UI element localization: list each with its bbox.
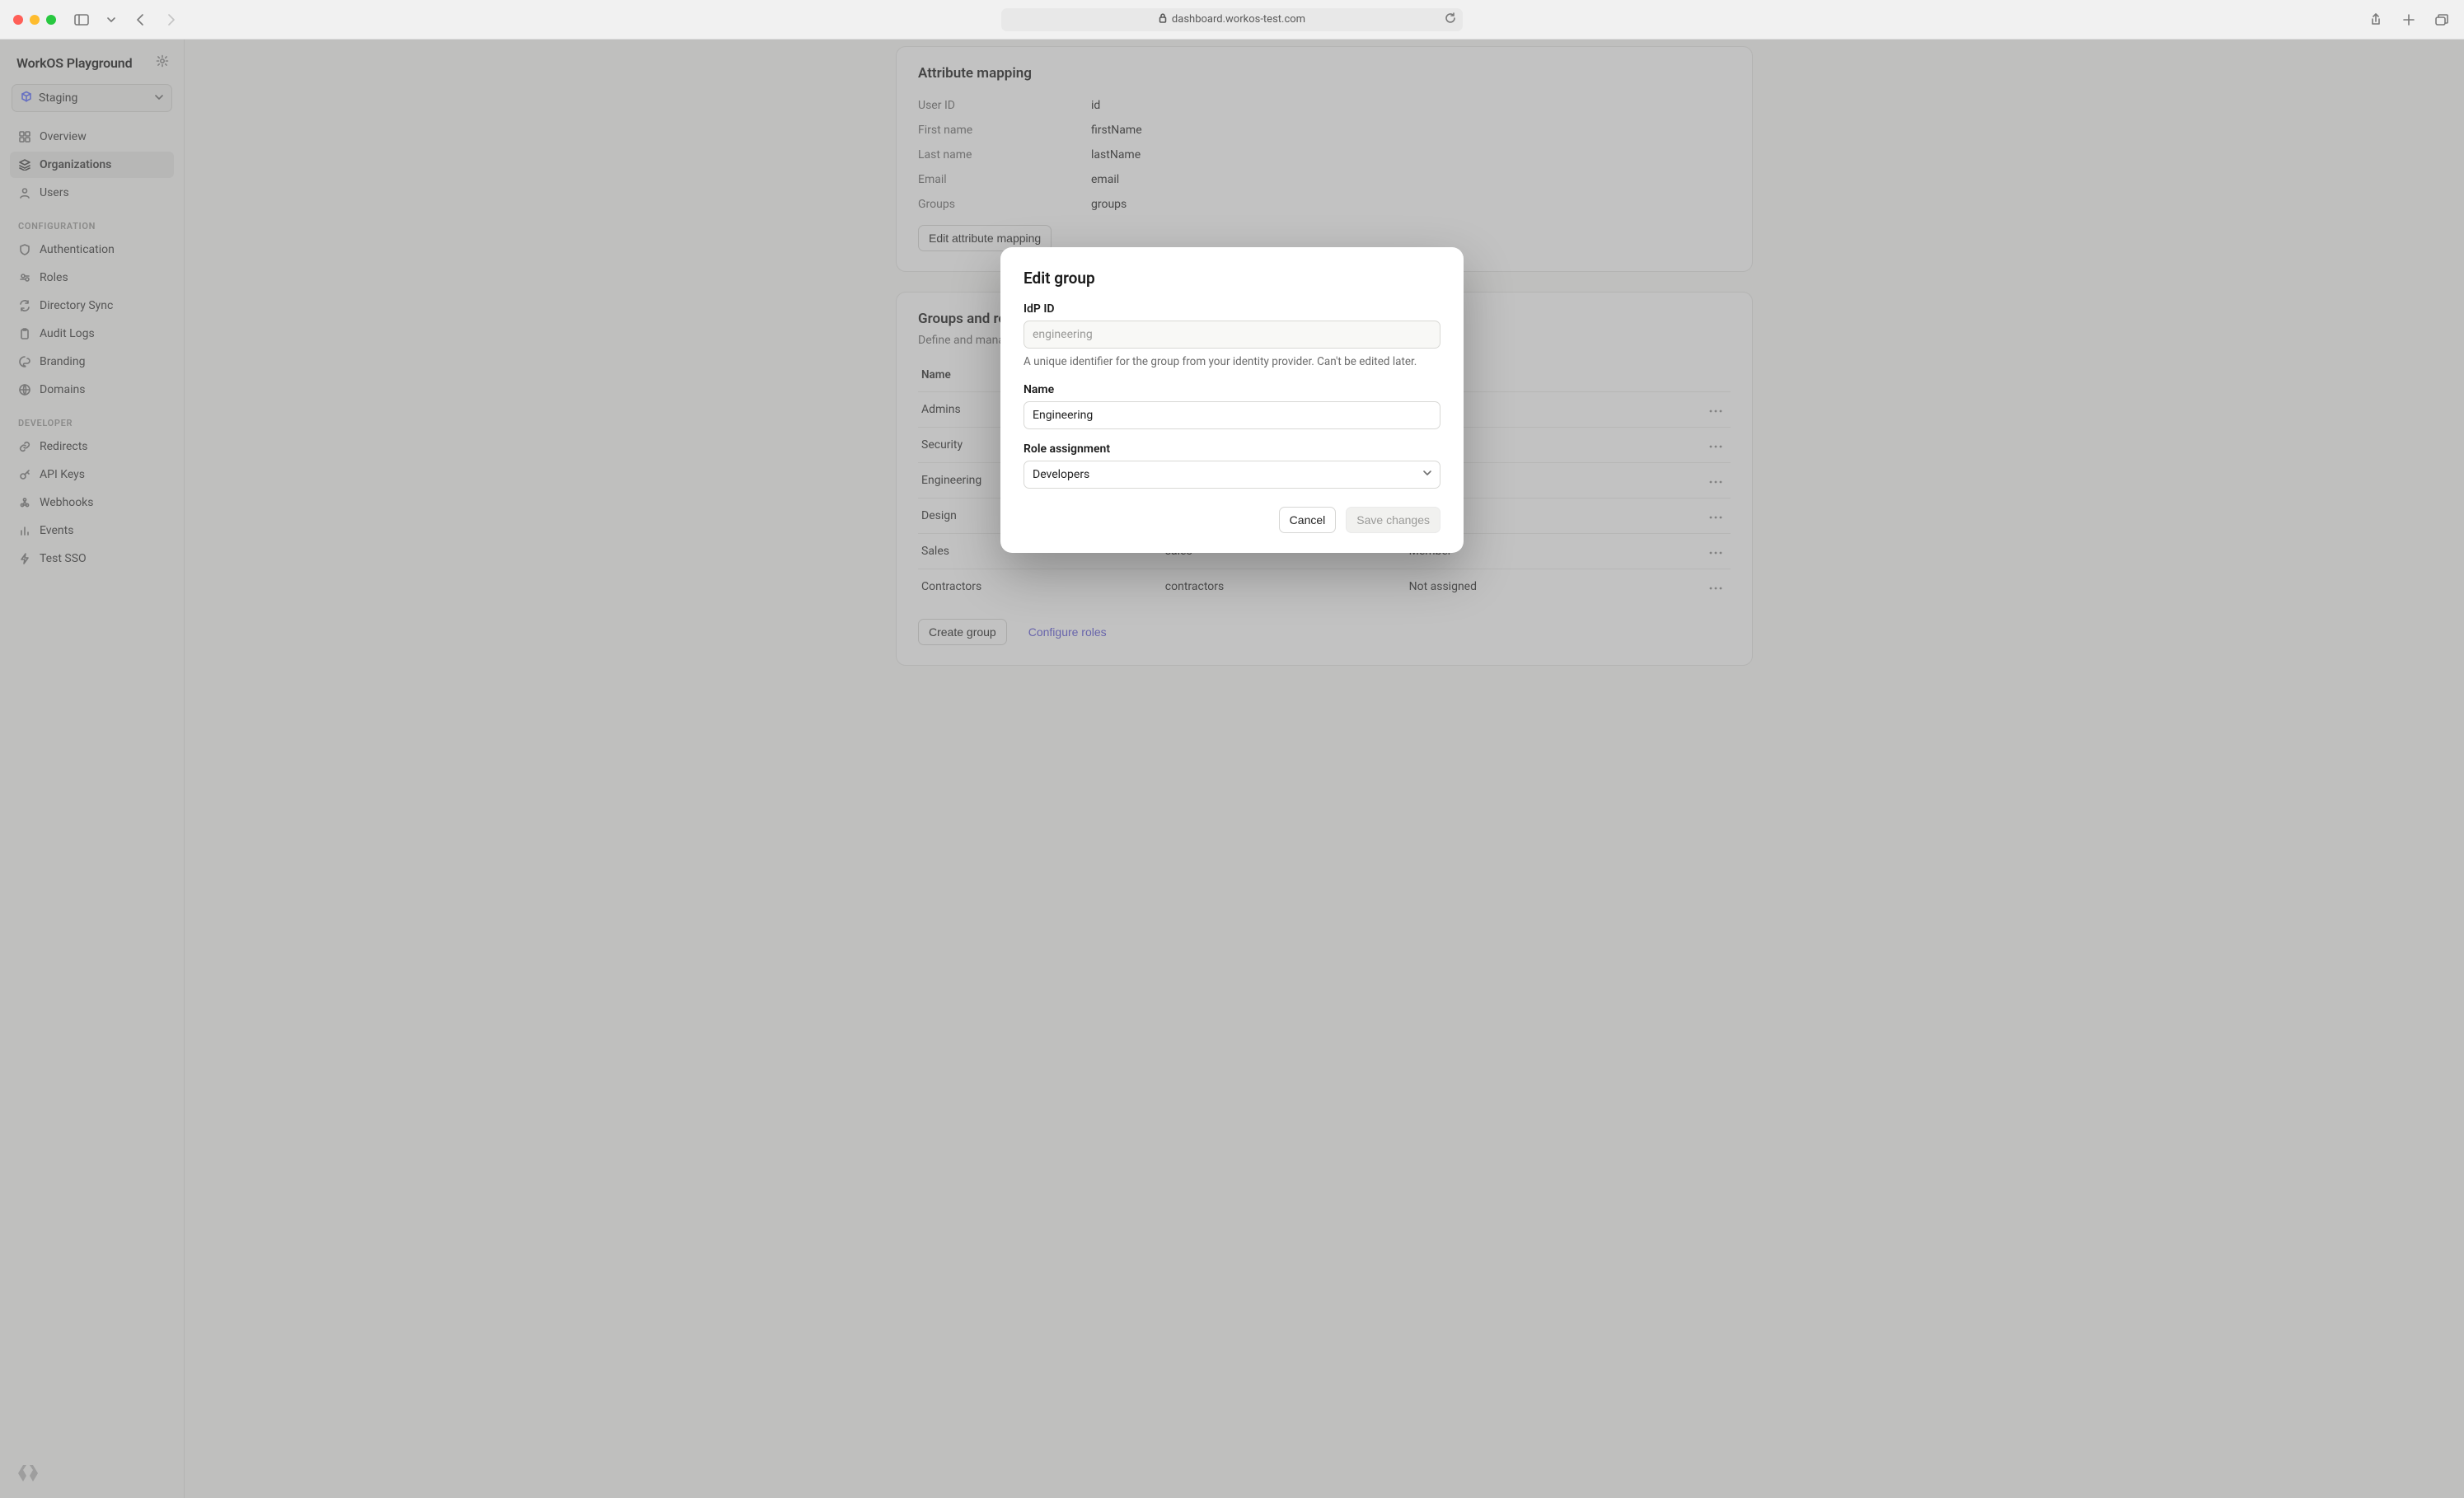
tabs-icon[interactable] <box>2433 11 2451 29</box>
name-input[interactable] <box>1024 401 1440 429</box>
address-url: dashboard.workos-test.com <box>1172 13 1305 26</box>
idp-id-input <box>1024 321 1440 349</box>
nav-forward-icon <box>162 11 180 29</box>
chevron-down-icon[interactable] <box>102 11 120 29</box>
cancel-button[interactable]: Cancel <box>1279 507 1337 533</box>
idp-id-label: IdP ID <box>1024 302 1440 316</box>
sidebar-toggle-icon[interactable] <box>73 11 91 29</box>
window-close-icon[interactable] <box>13 15 23 25</box>
address-bar[interactable]: dashboard.workos-test.com <box>1001 8 1463 31</box>
save-changes-button[interactable]: Save changes <box>1346 507 1440 533</box>
idp-id-hint: A unique identifier for the group from y… <box>1024 355 1440 368</box>
lock-icon <box>1159 13 1167 26</box>
modal-overlay[interactable]: Edit group IdP ID A unique identifier fo… <box>0 40 2464 1498</box>
window-zoom-icon[interactable] <box>46 15 56 25</box>
browser-chrome: dashboard.workos-test.com <box>0 0 2464 40</box>
nav-back-icon[interactable] <box>132 11 150 29</box>
window-minimize-icon[interactable] <box>30 15 40 25</box>
share-icon[interactable] <box>2367 11 2385 29</box>
reload-icon[interactable] <box>1445 12 1456 27</box>
role-assignment-select[interactable]: Developers <box>1024 461 1440 489</box>
name-label: Name <box>1024 383 1440 396</box>
new-tab-icon[interactable] <box>2400 11 2418 29</box>
window-controls <box>13 15 56 25</box>
role-assignment-label: Role assignment <box>1024 442 1440 456</box>
modal-title: Edit group <box>1024 269 1440 288</box>
edit-group-modal: Edit group IdP ID A unique identifier fo… <box>1000 247 1464 553</box>
